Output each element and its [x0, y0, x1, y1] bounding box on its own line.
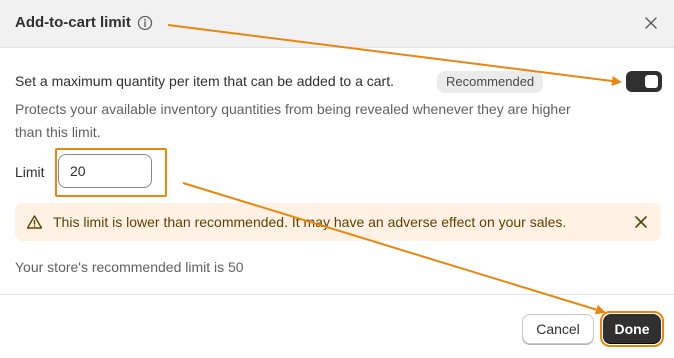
footer-divider	[0, 294, 674, 295]
cancel-button[interactable]: Cancel	[522, 314, 594, 344]
add-to-cart-limit-modal: Add-to-cart limit Set a maximum quantity…	[0, 0, 674, 358]
limit-subdescription: Protects your available inventory quanti…	[15, 101, 571, 140]
modal-title: Add-to-cart limit	[15, 14, 131, 31]
limit-input[interactable]	[58, 154, 152, 188]
close-icon[interactable]	[643, 15, 659, 31]
limit-label: Limit	[15, 164, 45, 180]
toggle-knob	[645, 75, 658, 88]
modal-header: Add-to-cart limit	[0, 0, 674, 48]
recommended-badge: Recommended	[437, 71, 544, 93]
limit-toggle[interactable]	[626, 71, 662, 92]
info-icon[interactable]	[137, 15, 153, 31]
dismiss-icon[interactable]	[633, 214, 649, 230]
recommended-limit-text: Your store's recommended limit is 50	[15, 259, 244, 275]
done-button[interactable]: Done	[603, 314, 661, 344]
warning-banner: This limit is lower than recommended. It…	[15, 203, 661, 241]
warning-icon	[26, 214, 43, 230]
warning-text: This limit is lower than recommended. It…	[53, 214, 567, 230]
limit-description: Set a maximum quantity per item that can…	[15, 73, 394, 89]
